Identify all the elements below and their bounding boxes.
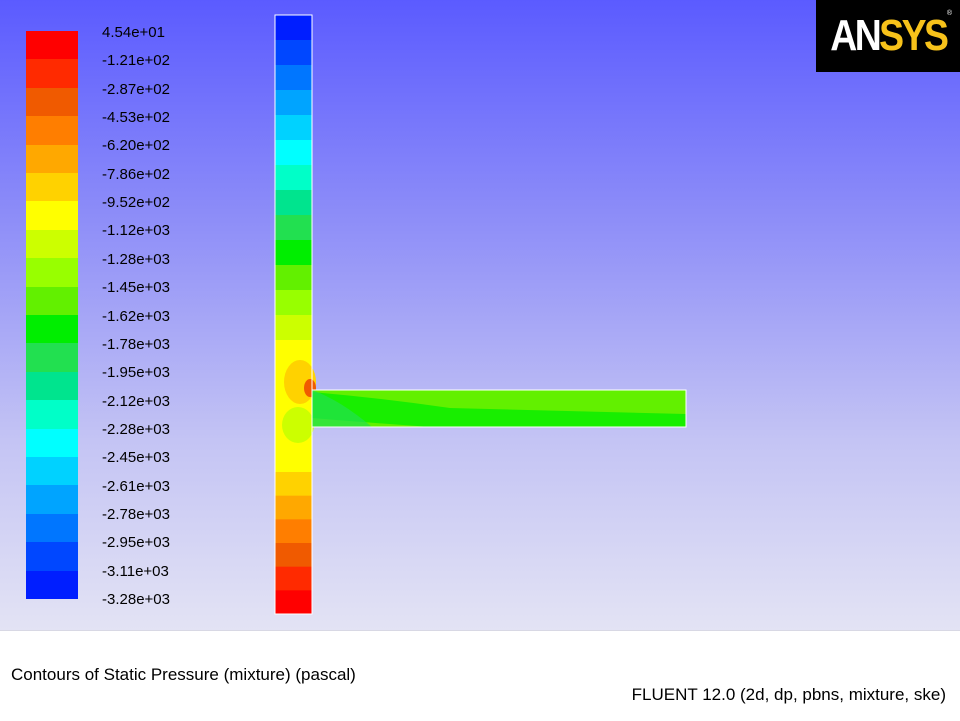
- info-panel: Contours of Static Pressure (mixture) (p…: [0, 630, 960, 721]
- pressure-band: [275, 15, 312, 41]
- registered-mark: ®: [946, 10, 952, 17]
- graphics-viewport[interactable]: 4.54e+01 -1.21e+02 -2.87e+02 -4.53e+02 -6.20…: [0, 0, 960, 630]
- pressure-band: [275, 65, 312, 91]
- pressure-band: [275, 115, 312, 141]
- pressure-band: [275, 40, 312, 66]
- vertical-pipe: [275, 15, 312, 341]
- pressure-band: [275, 590, 312, 615]
- pressure-band: [275, 215, 312, 241]
- ansys-logo: ANSYS ®: [816, 0, 960, 72]
- pressure-band: [275, 566, 312, 591]
- pressure-band: [275, 140, 312, 166]
- junction-region: [275, 340, 312, 472]
- solver-info: FLUENT 12.0 (2d, dp, pbns, mixture, ske): [631, 685, 946, 704]
- pressure-band: [275, 519, 312, 544]
- pressure-band: [275, 265, 312, 291]
- plot-caption: Contours of Static Pressure (mixture) (p…: [11, 665, 356, 684]
- pressure-band: [275, 90, 312, 116]
- pressure-band: [275, 240, 312, 266]
- contour-plot: [274, 14, 687, 615]
- junction-low-pressure-zone: [282, 407, 314, 443]
- pressure-band: [275, 315, 312, 341]
- pressure-band: [275, 495, 312, 520]
- logo-text-sys: SYS: [878, 11, 949, 60]
- pressure-band: [275, 190, 312, 216]
- pressure-band: [275, 165, 312, 191]
- pressure-band: [275, 472, 312, 497]
- lower-pipe: [275, 472, 312, 615]
- logo-text-an: AN: [829, 11, 881, 60]
- pressure-band: [275, 290, 312, 316]
- pressure-band: [275, 543, 312, 568]
